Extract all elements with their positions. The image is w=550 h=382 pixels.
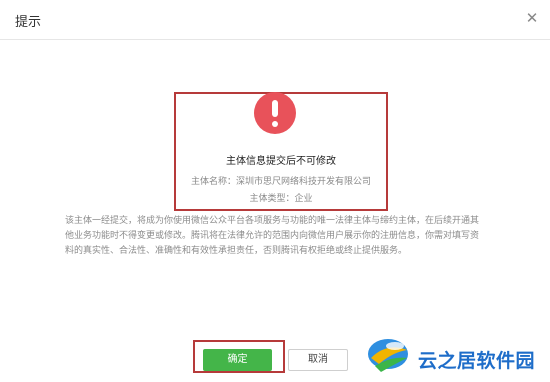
exclamation-icon bbox=[254, 92, 296, 134]
confirm-button[interactable]: 确定 bbox=[203, 349, 272, 371]
alert-heading: 主体信息提交后不可修改 bbox=[226, 156, 336, 167]
confirmation-dialog: 提示 ✕ 主体信息提交后不可修改 主体名称：深圳市思尺网络科技开发有限公司 主体… bbox=[0, 0, 550, 382]
close-icon[interactable]: ✕ bbox=[523, 9, 541, 27]
dialog-titlebar: 提示 ✕ bbox=[0, 0, 550, 40]
dialog-title: 提示 bbox=[15, 15, 42, 30]
entity-name-line: 主体名称：深圳市思尺网络科技开发有限公司 bbox=[190, 177, 371, 187]
watermark-text: 云之居软件园 bbox=[418, 350, 536, 372]
cancel-button[interactable]: 取消 bbox=[288, 349, 348, 371]
legal-description: 该主体一经提交，将成为你使用微信公众平台各项服务与功能的唯一法律主体与缔约主体，… bbox=[65, 216, 480, 256]
entity-type-line: 主体类型：企业 bbox=[249, 194, 313, 204]
